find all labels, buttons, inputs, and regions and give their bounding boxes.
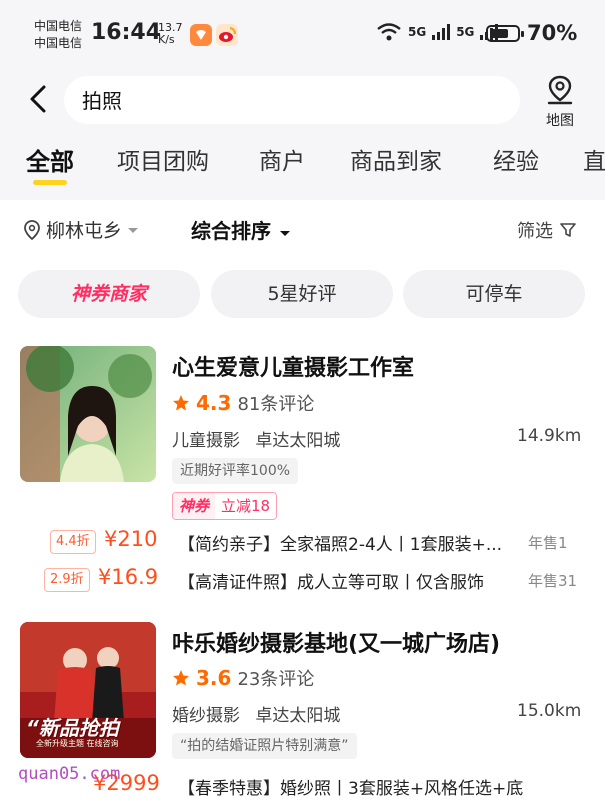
star-icon [173, 395, 189, 411]
deal-sold: 年售31 [528, 572, 578, 590]
merchant-name[interactable]: 心生爱意儿童摄影工作室 [172, 350, 414, 382]
merchant-tag: 近期好评率100% [172, 458, 299, 484]
sort-dropdown[interactable]: 综合排序 [191, 215, 292, 244]
coupon-badge-label: 神券 [173, 493, 216, 519]
app-notification-icon [190, 24, 212, 46]
deal-title: 【高清证件照】成人立等可取丨仅含服饰 [178, 573, 484, 593]
chip-parking[interactable]: 可停车 [403, 270, 585, 318]
carrier-1: 中国电信 [34, 19, 83, 33]
merchant-area: 卓达太阳城 [255, 431, 341, 451]
tab-more[interactable]: 直 [583, 142, 605, 176]
tab-home-delivery[interactable]: 商品到家 [350, 142, 442, 176]
deal-price: ¥210 [104, 527, 158, 551]
tab-merchants[interactable]: 商户 [259, 142, 305, 176]
wifi-icon [377, 23, 401, 41]
funnel-icon [560, 223, 576, 237]
network-speed-unit: K/s [158, 33, 175, 46]
caret-down-icon [279, 231, 290, 236]
coupon-badge-value: 立减18 [215, 493, 277, 519]
back-button[interactable] [26, 84, 52, 114]
map-pin-icon [547, 75, 573, 105]
deal-row[interactable]: 2.9折 ¥16.9 【高清证件照】成人立等可取丨仅含服饰 年售31 [0, 564, 605, 596]
map-button[interactable]: 地图 [540, 74, 580, 129]
location-filter[interactable]: 柳林屯乡 [22, 216, 140, 243]
deal-discount: 4.4折 [50, 530, 96, 554]
merchant-name[interactable]: 咔乐婚纱摄影基地(又一城广场店) [172, 626, 500, 658]
coupon-badge: 神券 立减18 [172, 492, 278, 520]
merchant-meta: 儿童摄影 卓达太阳城 [172, 426, 340, 451]
signal-label-1: 5G [408, 25, 427, 39]
signal-bars-icon [432, 24, 451, 40]
location-pin-icon [24, 219, 40, 240]
rating-score: 3.6 [196, 666, 232, 690]
merchant-category: 婚纱摄影 [172, 706, 240, 726]
carrier-info: 中国电信 中国电信 [34, 18, 82, 52]
deal-sold: 年售1 [528, 534, 568, 552]
merchant-meta: 婚纱摄影 卓达太阳城 [172, 701, 340, 726]
review-count: 81条评论 [237, 394, 315, 415]
rating-row: 4.3 81条评论 [172, 390, 314, 416]
deal-title: 【简约亲子】全家福照2-4人丨1套服装+... [178, 535, 503, 555]
filter-label: 筛选 [517, 221, 553, 242]
caret-down-icon [128, 227, 139, 233]
rating-score: 4.3 [196, 391, 232, 415]
network-speed: 13.7 K/s [158, 22, 183, 46]
battery-percent: 70% [527, 21, 578, 45]
filter-bar: 柳林屯乡 综合排序 筛选 [0, 200, 605, 256]
review-count: 23条评论 [237, 669, 315, 690]
merchant-distance: 14.9km [517, 426, 582, 446]
category-tabs: 全部 项目团购 商户 商品到家 经验 直 [0, 130, 605, 200]
chevron-left-icon [30, 85, 46, 113]
battery-icon [486, 25, 524, 42]
carrier-2: 中国电信 [34, 36, 83, 50]
status-time: 16:44 [91, 20, 162, 45]
search-header: 地图 [0, 70, 605, 130]
tab-experience[interactable]: 经验 [493, 142, 539, 176]
rating-row: 3.6 23条评论 [172, 665, 314, 691]
thumbnail-subtext: 全新升级主题 在线咨询 [36, 739, 119, 748]
thumbnail-headline: “新品抢拍 [26, 716, 119, 740]
merchant-thumbnail[interactable]: “新品抢拍 全新升级主题 在线咨询 [20, 622, 156, 758]
merchant-thumbnail[interactable] [20, 346, 156, 482]
watermark: quan05.com [18, 764, 121, 784]
status-bar: 中国电信 中国电信 16:44 13.7 K/s 5G 5G 70% [0, 0, 605, 70]
merchant-category: 儿童摄影 [172, 431, 240, 451]
star-icon [173, 670, 189, 686]
tab-group-deals[interactable]: 项目团购 [117, 142, 209, 176]
map-label: 地图 [546, 113, 574, 129]
deal-row[interactable]: 4.4折 ¥210 【简约亲子】全家福照2-4人丨1套服装+... 年售1 [0, 526, 605, 558]
signal-label-2: 5G [456, 25, 475, 39]
weibo-icon [216, 24, 238, 46]
deal-price: ¥16.9 [98, 565, 159, 589]
merchant-tag: “拍的结婚证照片特别满意” [172, 733, 357, 759]
search-bar[interactable] [64, 76, 520, 124]
tab-all[interactable]: 全部 [26, 142, 74, 177]
network-status: 5G 5G [376, 22, 499, 42]
deal-discount: 2.9折 [44, 568, 90, 592]
search-input[interactable] [80, 86, 504, 112]
deal-title: 【春季特惠】婚纱照丨3套服装+风格任选+底片... [178, 779, 523, 799]
chip-coupon-merchants[interactable]: 神券商家 [18, 270, 200, 318]
merchant-distance: 15.0km [517, 701, 582, 721]
active-tab-indicator [33, 180, 67, 185]
merchant-area: 卓达太阳城 [255, 706, 341, 726]
sort-label: 综合排序 [191, 219, 271, 243]
filter-button[interactable]: 筛选 [517, 217, 577, 243]
location-label: 柳林屯乡 [46, 220, 123, 242]
chip-five-star[interactable]: 5星好评 [211, 270, 393, 318]
